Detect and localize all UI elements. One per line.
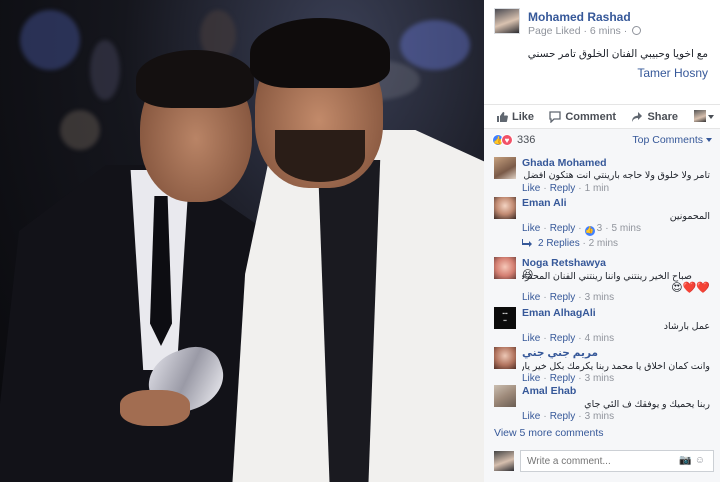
globe-icon[interactable] — [632, 26, 642, 35]
man-right-beard — [275, 130, 365, 182]
comments-section: 👍 ♥ 336 Top Comments Ghada Mohamed تامر … — [484, 128, 720, 482]
comment-icon — [549, 111, 562, 123]
comment-reply-link[interactable]: Reply — [550, 292, 576, 303]
write-comment-row: 📷☺ — [492, 449, 714, 473]
avatar[interactable] — [494, 347, 516, 369]
hand-holding-award — [120, 390, 190, 426]
page-avatar[interactable] — [494, 8, 520, 34]
avatar[interactable] — [494, 257, 516, 279]
camera-icon[interactable]: 📷☺ — [679, 455, 708, 466]
avatar[interactable] — [494, 157, 516, 179]
like-button[interactable]: Like — [496, 105, 534, 129]
replies-time: 2 mins — [588, 238, 619, 249]
commenter-name[interactable]: Ghada Mohamed — [522, 157, 607, 169]
like-label: Like — [512, 111, 535, 123]
tagged-person-link[interactable]: Tamer Hosny — [484, 60, 720, 80]
share-button[interactable]: Share — [631, 105, 678, 129]
comment-like-link[interactable]: Like — [522, 411, 540, 422]
comment-like-link[interactable]: Like — [522, 223, 540, 234]
post-as-avatar[interactable] — [694, 110, 706, 122]
comment-time[interactable]: 3 mins — [585, 411, 614, 422]
post-meta-text: Page Liked · 6 mins · — [528, 25, 628, 37]
emoji-inline: 😆 — [522, 269, 534, 281]
view-more-comments-link[interactable]: View 5 more comments — [494, 427, 604, 439]
comment-reply-link[interactable]: Reply — [550, 373, 576, 384]
comment-button[interactable]: Comment — [549, 105, 616, 129]
man-right-hair — [250, 18, 390, 88]
commenter-name[interactable]: Eman Ali — [522, 197, 567, 209]
comment-label: Comment — [565, 111, 617, 123]
commenter-name[interactable]: Amal Ehab — [522, 385, 576, 397]
share-icon — [632, 112, 643, 122]
comment-meta: Like · Reply · 3 mins — [522, 292, 615, 303]
post-header: Mohamed Rashad Page Liked · 6 mins · — [484, 0, 720, 46]
reactions-row[interactable]: 👍 ♥ 336 Top Comments — [484, 129, 720, 151]
post-actions-bar: Like Comment Share — [484, 104, 720, 128]
comment-meta: Like · Reply · 4 mins — [522, 333, 615, 344]
comment-reply-link[interactable]: Reply — [550, 333, 576, 344]
comment-like-link[interactable]: Like — [522, 292, 540, 303]
comment-reply-link[interactable]: Reply — [550, 183, 576, 194]
comment-text: ربنا يحميك و يوفقك ف الئي جاي — [584, 399, 710, 410]
like-count-icon: 👍 — [584, 226, 595, 236]
top-comments-dropdown[interactable]: Top Comments — [632, 134, 712, 146]
reply-arrow-icon — [522, 239, 532, 247]
comment-time[interactable]: 3 mins — [585, 373, 614, 384]
comment-like-link[interactable]: Like — [522, 333, 540, 344]
post-meta: Page Liked · 6 mins · — [528, 25, 642, 37]
commenter-name[interactable]: Noga Retshawya — [522, 257, 606, 269]
thumbs-up-icon — [497, 112, 508, 122]
commenter-name[interactable]: مريم جني جني — [522, 347, 598, 359]
comment-meta: Like · Reply · 👍 3 · 5 mins — [522, 223, 641, 236]
replies-count[interactable]: 2 Replies — [538, 238, 580, 249]
comment-text: صباح الخير رينتني واننا رينتني الفنان ال… — [522, 271, 692, 282]
man-left-hair — [136, 50, 254, 108]
reactions-count: 336 — [517, 134, 536, 146]
comment-text: تامر ولا خلوق ولا حاجه بارينتي انت هتكون… — [522, 170, 710, 181]
post-photo[interactable] — [0, 0, 484, 482]
comment-meta: Like · Reply · 3 mins — [522, 411, 615, 422]
comment-time[interactable]: 4 mins — [585, 333, 614, 344]
chevron-down-icon[interactable] — [708, 115, 714, 119]
avatar[interactable]: ▪▪▪ ▪▪ — [494, 307, 516, 329]
comment-meta: Like · Reply · 1 min — [522, 183, 610, 194]
view-replies-link[interactable]: 2 Replies · 2 mins — [522, 238, 618, 249]
share-label: Share — [647, 111, 679, 123]
comment-like-link[interactable]: Like — [522, 373, 540, 384]
comment-reply-link[interactable]: Reply — [550, 223, 576, 234]
comment-text: المحمونين — [669, 211, 710, 222]
comment-meta: Like · Reply · 3 mins — [522, 373, 615, 384]
emoji-line: 😍❤️❤️ — [671, 282, 710, 294]
avatar[interactable] — [494, 385, 516, 407]
love-reaction-icon: ♥ — [501, 134, 513, 146]
page-name-link[interactable]: Mohamed Rashad — [528, 10, 631, 24]
comment-reply-link[interactable]: Reply — [550, 411, 576, 422]
comment-time[interactable]: 1 min — [585, 183, 609, 194]
avatar[interactable] — [494, 197, 516, 219]
commenter-name[interactable]: Eman AlhagAli — [522, 307, 596, 319]
comment-like-link[interactable]: Like — [522, 183, 540, 194]
comment-like-count[interactable]: 3 — [597, 223, 603, 234]
comment-time[interactable]: 3 mins — [585, 292, 614, 303]
comment-text: عمل بارشاد — [663, 321, 710, 332]
comment-time[interactable]: 5 mins — [612, 223, 641, 234]
comment-text: وانت كمان اخلاق يا محمد ربنا يكرمك بكل خ… — [522, 361, 710, 372]
avatar — [494, 451, 514, 471]
post-caption: مع اخويا وحبيبي الفنان الخلوق تامر حسني — [527, 48, 708, 60]
post-sidebar: Mohamed Rashad Page Liked · 6 mins · مع … — [484, 0, 720, 482]
